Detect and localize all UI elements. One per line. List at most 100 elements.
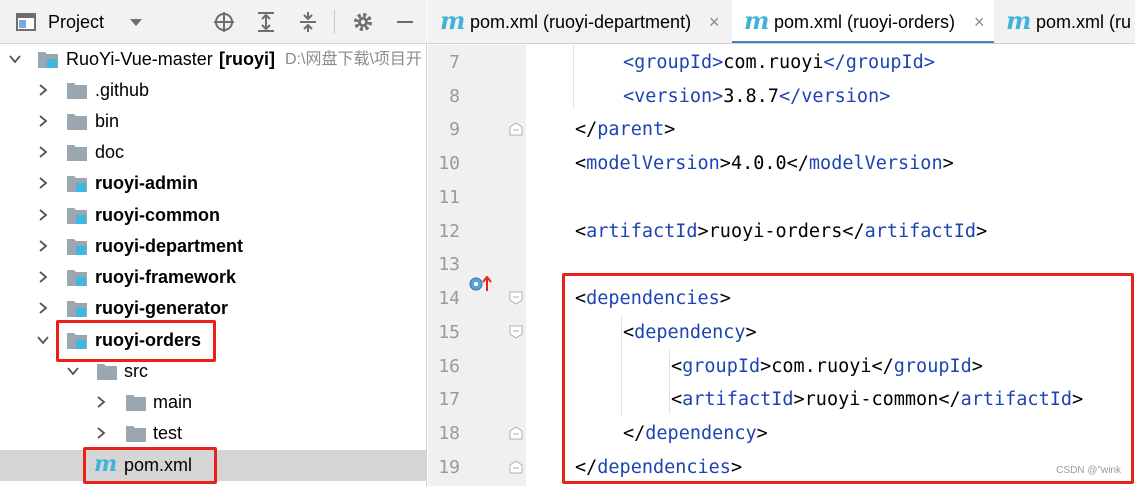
tab-label: pom.xml (ruoyi-orders) [774, 12, 956, 32]
chevron-right-icon[interactable] [36, 114, 50, 128]
folder-icon [97, 364, 117, 380]
line-number: 17 [438, 389, 460, 410]
line-number: 9 [449, 119, 460, 140]
tree-item-ruoyi-admin[interactable]: ruoyi-admin [0, 168, 427, 199]
fold-end-icon[interactable] [508, 121, 524, 137]
xml-tag: parent [597, 119, 665, 140]
tab-pom-ruoyi-orders[interactable]: m pom.xml (ruoyi-orders) × [732, 0, 994, 43]
close-icon[interactable]: × [709, 11, 720, 33]
fold-start-icon[interactable] [508, 290, 524, 306]
watermark: CSDN @"wink [1056, 465, 1121, 476]
chevron-down-icon[interactable] [66, 364, 80, 378]
tree-item-label: bin [95, 111, 120, 131]
chevron-down-icon[interactable] [36, 333, 50, 347]
line-number: 19 [438, 457, 460, 478]
tree-item-label: RuoYi-Vue-master [66, 49, 213, 69]
xml-tag: modelVersion [586, 153, 720, 174]
fold-end-icon[interactable] [508, 425, 524, 441]
module-folder-icon [67, 176, 87, 192]
tree-item-label: ruoyi-department [95, 236, 244, 256]
module-folder-icon [38, 52, 58, 68]
line-number: 12 [438, 221, 460, 242]
module-folder-icon [67, 270, 87, 286]
indent-guide [573, 45, 574, 109]
line-number: 18 [438, 423, 460, 444]
line-number: 13 [438, 254, 460, 275]
project-view-title[interactable]: Project [48, 10, 104, 34]
line-number: 11 [438, 187, 460, 208]
chevron-right-icon[interactable] [36, 208, 50, 222]
chevron-right-icon[interactable] [36, 176, 50, 190]
tree-item-module-name: [ruoyi] [219, 49, 275, 69]
tree-item-label: doc [95, 142, 125, 162]
tree-item-label: ruoyi-admin [95, 173, 199, 193]
tab-label: pom.xml (ru [1036, 12, 1132, 32]
fold-start-icon[interactable] [508, 324, 524, 340]
xml-tag: artifactId [864, 221, 976, 242]
chevron-right-icon[interactable] [36, 145, 50, 159]
folder-icon [126, 395, 146, 411]
gear-icon[interactable] [351, 10, 375, 34]
tree-item-path: D:\网盘下载\项目开 [285, 51, 422, 68]
fold-end-icon[interactable] [508, 459, 524, 475]
code-editor: m pom.xml (ruoyi-department) × m pom.xml… [428, 0, 1135, 486]
editor-tab-bar: m pom.xml (ruoyi-department) × m pom.xml… [428, 0, 1135, 44]
dropdown-caret-icon[interactable] [124, 10, 148, 34]
tree-item-label: test [153, 423, 183, 443]
tree-item-root[interactable]: RuoYi-Vue-master [ruoyi] D:\网盘下载\项目开 [0, 44, 427, 75]
tree-item-label: ruoyi-framework [95, 267, 237, 287]
code-line-9[interactable]: </parent> [575, 119, 675, 141]
project-view-icon[interactable] [14, 10, 38, 34]
folder-icon [67, 83, 87, 99]
tree-item-label: ruoyi-common [95, 205, 221, 225]
maven-file-icon: m [1006, 6, 1032, 35]
locate-file-icon[interactable] [212, 10, 236, 34]
chevron-down-icon[interactable] [8, 52, 22, 66]
toolbar-divider [334, 10, 335, 34]
tree-item-ruoyi-department[interactable]: ruoyi-department [0, 231, 427, 262]
folder-icon [67, 114, 87, 130]
chevron-right-icon[interactable] [36, 301, 50, 315]
code-line-8[interactable]: <version>3.8.7</version> [623, 86, 890, 108]
xml-text: com.ruoyi [723, 52, 824, 73]
folder-icon [126, 426, 146, 442]
xml-tag: groupId [634, 52, 713, 73]
tree-item-label: src [124, 361, 148, 381]
chevron-right-icon[interactable] [36, 239, 50, 253]
tree-item-test[interactable]: test [0, 418, 427, 449]
highlight-box-dependencies [562, 273, 1134, 484]
chevron-right-icon[interactable] [36, 83, 50, 97]
chevron-right-icon[interactable] [36, 270, 50, 284]
line-number-gutter: 7 8 9 10 11 12 13 14 15 16 17 18 19 [428, 45, 526, 486]
expand-all-icon[interactable] [254, 10, 278, 34]
collapse-all-icon[interactable] [296, 10, 320, 34]
tab-pom-ruoyi-department[interactable]: m pom.xml (ruoyi-department) × [428, 0, 731, 43]
tree-item-bin[interactable]: bin [0, 106, 427, 137]
project-panel: Project RuoYi-Vue-master [ruoyi] D:\网盘下载… [0, 0, 427, 486]
xml-tag: modelVersion [808, 153, 943, 174]
implementation-navigate-icon[interactable] [469, 276, 493, 292]
module-folder-icon [67, 301, 87, 317]
highlight-box-pom-xml [83, 447, 217, 484]
module-folder-icon [67, 208, 87, 224]
chevron-right-icon[interactable] [94, 426, 108, 440]
folder-icon [67, 145, 87, 161]
minimize-icon[interactable] [393, 10, 417, 34]
close-icon[interactable]: × [974, 11, 985, 33]
tree-item-github[interactable]: .github [0, 75, 427, 106]
line-number: 8 [449, 86, 460, 107]
code-line-12[interactable]: <artifactId>ruoyi-orders</artifactId> [575, 221, 987, 243]
tree-item-ruoyi-framework[interactable]: ruoyi-framework [0, 262, 427, 293]
tree-item-ruoyi-common[interactable]: ruoyi-common [0, 200, 427, 231]
code-line-7[interactable]: <groupId>com.ruoyi</groupId> [623, 52, 935, 74]
tree-item-main[interactable]: main [0, 387, 427, 418]
highlight-box-ruoyi-orders [56, 320, 216, 362]
xml-tag: version [801, 86, 880, 107]
line-number: 7 [449, 52, 460, 73]
xml-tag: artifactId [586, 221, 698, 242]
xml-text: ruoyi-orders [708, 221, 843, 242]
tab-pom-ru[interactable]: m pom.xml (ru [994, 0, 1135, 43]
code-line-10[interactable]: <modelVersion>4.0.0</modelVersion> [575, 153, 954, 175]
chevron-right-icon[interactable] [94, 395, 108, 409]
tree-item-doc[interactable]: doc [0, 137, 427, 168]
